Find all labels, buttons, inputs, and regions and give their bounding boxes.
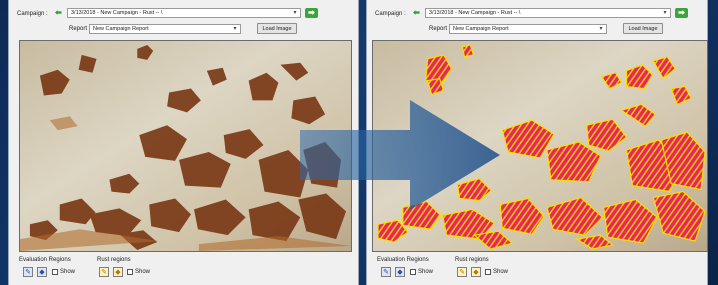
original-image-panel: Campaign : ⬅ 3/13/2018 - New Campaign - … xyxy=(8,0,359,285)
dropdown-caret-icon: ▾ xyxy=(233,26,237,32)
pen-tool-icon[interactable]: ✎ xyxy=(381,267,391,277)
report-select[interactable]: New Campaign Report ▾ xyxy=(89,24,241,34)
report-select-value: New Campaign Report xyxy=(93,26,149,32)
dropdown-caret-icon: ▾ xyxy=(663,10,667,16)
campaign-label: Campaign : xyxy=(17,11,48,17)
report-label: Report xyxy=(69,26,88,32)
fill-tool-icon[interactable]: ◆ xyxy=(395,267,405,277)
load-image-button[interactable]: Load Image xyxy=(257,23,297,34)
detected-rust-panel: Campaign : ⬅ 3/13/2018 - New Campaign - … xyxy=(366,0,708,285)
report-select[interactable]: New Campaign Report ▾ xyxy=(449,24,607,34)
show-rust-checkbox[interactable] xyxy=(127,269,133,275)
show-evaluation-checkbox[interactable] xyxy=(52,269,58,275)
show-evaluation-label: Show xyxy=(60,269,76,275)
original-rust-image xyxy=(19,40,352,252)
report-select-value: New Campaign Report xyxy=(453,26,509,32)
dropdown-caret-icon: ▾ xyxy=(599,26,603,32)
report-label: Report xyxy=(429,26,448,32)
show-rust-label: Show xyxy=(493,269,509,275)
show-evaluation-checkbox[interactable] xyxy=(410,269,416,275)
campaign-label: Campaign : xyxy=(375,11,406,17)
regions-toolbar: Evaluation Regions ✎ ◆ Show Rust regions… xyxy=(9,254,358,285)
rust-surface-photo xyxy=(20,41,351,251)
campaign-select-value: 3/13/2018 - New Campaign - Rust -- \ xyxy=(429,10,521,16)
fill-tool-icon[interactable]: ◆ xyxy=(113,267,123,277)
rust-regions-label: Rust regions xyxy=(455,257,489,263)
regions-toolbar: Evaluation Regions ✎ ◆ Show Rust regions… xyxy=(367,254,707,285)
campaign-select-value: 3/13/2018 - New Campaign - Rust -- \ xyxy=(71,10,163,16)
show-rust-checkbox[interactable] xyxy=(485,269,491,275)
detected-rust-image xyxy=(372,40,708,252)
rust-regions-label: Rust regions xyxy=(97,257,131,263)
campaign-select[interactable]: 3/13/2018 - New Campaign - Rust -- \ ▾ xyxy=(67,8,301,18)
back-arrow-icon[interactable]: ⬅ xyxy=(410,8,423,18)
forward-arrow-icon[interactable]: ➡ xyxy=(675,8,688,18)
rust-overlay-photo xyxy=(373,41,707,251)
dropdown-caret-icon: ▾ xyxy=(293,10,297,16)
show-evaluation-label: Show xyxy=(418,269,434,275)
forward-arrow-icon[interactable]: ➡ xyxy=(305,8,318,18)
load-image-button[interactable]: Load Image xyxy=(623,23,663,34)
evaluation-regions-label: Evaluation Regions xyxy=(19,257,71,263)
fill-tool-icon[interactable]: ◆ xyxy=(37,267,47,277)
fill-tool-icon[interactable]: ◆ xyxy=(471,267,481,277)
campaign-row: Campaign : ⬅ 3/13/2018 - New Campaign - … xyxy=(373,8,701,20)
campaign-row: Campaign : ⬅ 3/13/2018 - New Campaign - … xyxy=(15,8,352,20)
campaign-select[interactable]: 3/13/2018 - New Campaign - Rust -- \ ▾ xyxy=(425,8,671,18)
pen-tool-icon[interactable]: ✎ xyxy=(23,267,33,277)
pen-tool-icon[interactable]: ✎ xyxy=(99,267,109,277)
pen-tool-icon[interactable]: ✎ xyxy=(457,267,467,277)
show-rust-label: Show xyxy=(135,269,151,275)
evaluation-regions-label: Evaluation Regions xyxy=(377,257,429,263)
back-arrow-icon[interactable]: ⬅ xyxy=(52,8,65,18)
